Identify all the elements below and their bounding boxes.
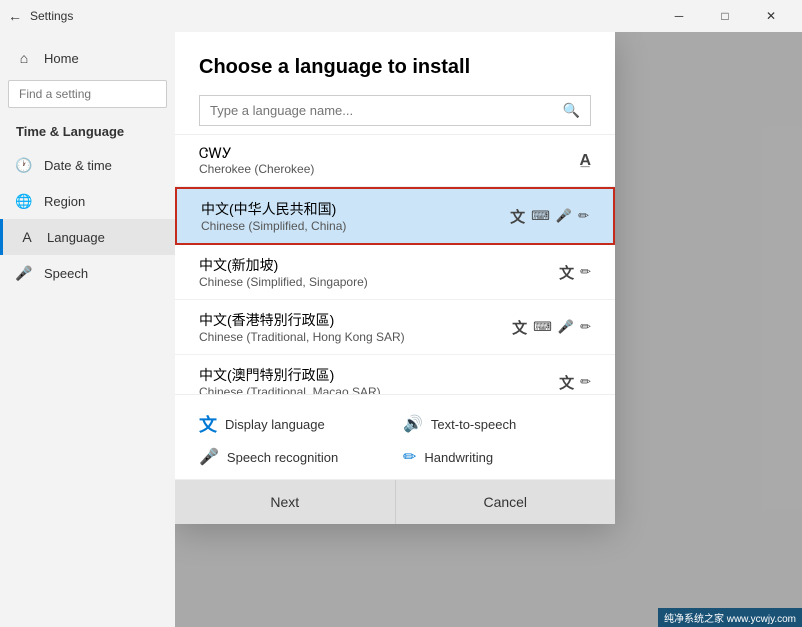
home-icon: ⌂ <box>16 50 32 66</box>
features-section: 文 Display language 🔊 Text-to-speech 🎤 Sp… <box>175 394 615 479</box>
mic-icon-zh-hk: 🎤 <box>558 319 574 335</box>
app-body: ⌂ Home Time & Language 🕐 Date & time 🌐 R… <box>0 32 802 627</box>
lang-name-zh-hk: 中文(香港特別行政區) <box>199 310 512 330</box>
sidebar: ⌂ Home Time & Language 🕐 Date & time 🌐 R… <box>0 32 175 627</box>
sidebar-item-region[interactable]: 🌐 Region <box>0 183 175 219</box>
sidebar-item-date-time-label: Date & time <box>44 158 112 173</box>
titlebar-controls: ─ □ ✕ <box>656 0 794 32</box>
feature-speech-recognition: 🎤 Speech recognition <box>199 447 387 467</box>
tts-feature-icon: 🔊 <box>403 414 423 434</box>
sidebar-item-region-label: Region <box>44 194 85 209</box>
lang-name-zh-mo: 中文(澳門特別行政區) <box>199 365 559 385</box>
install-language-dialog: Choose a language to install 🔍 ᏣᎳᎩ Chero… <box>175 32 615 524</box>
lang-item-cwy[interactable]: ᏣᎳᎩ Cherokee (Cherokee) A̲ <box>175 135 615 187</box>
sidebar-item-home[interactable]: ⌂ Home <box>0 40 175 76</box>
cancel-button[interactable]: Cancel <box>395 480 616 524</box>
region-icon: 🌐 <box>16 193 32 209</box>
keyboard-icon-zh-hk: ⌨ <box>533 319 552 335</box>
lang-subname-zh-cn: Chinese (Simplified, China) <box>201 219 510 233</box>
lang-subname-zh-mo: Chinese (Traditional, Macao SAR) <box>199 385 559 394</box>
sidebar-item-language-label: Language <box>47 230 105 245</box>
pen-icon-zh-hk: ✏ <box>580 319 591 335</box>
display-lang-icon-zh-cn: 文 <box>510 206 525 227</box>
speech-recognition-feature-label: Speech recognition <box>227 450 338 465</box>
handwriting-feature-icon: ✏ <box>403 447 416 467</box>
lang-name-zh-sg: 中文(新加坡) <box>199 255 559 275</box>
lang-icons-zh-sg: 文 ✏ <box>559 262 591 283</box>
language-list: ᏣᎳᎩ Cherokee (Cherokee) A̲ 中文(中华人民共和国) C… <box>175 134 615 394</box>
titlebar-title: Settings <box>30 9 73 23</box>
mic-icon-zh-cn: 🎤 <box>556 208 572 224</box>
sidebar-section-time-language: Time & Language <box>0 116 175 147</box>
sidebar-item-date-time[interactable]: 🕐 Date & time <box>0 147 175 183</box>
dialog-buttons: Next Cancel <box>175 479 615 524</box>
titlebar: ← Settings ─ □ ✕ <box>0 0 802 32</box>
sidebar-item-speech-label: Speech <box>44 266 88 281</box>
search-box[interactable]: 🔍 <box>199 95 591 126</box>
lang-icons-zh-mo: 文 ✏ <box>559 372 591 393</box>
display-lang-feature-icon: 文 <box>199 411 217 437</box>
sidebar-item-speech[interactable]: 🎤 Speech <box>0 255 175 291</box>
watermark: 纯净系统之家 www.ycwjy.com <box>658 608 802 627</box>
feature-tts: 🔊 Text-to-speech <box>403 411 591 437</box>
find-setting-container <box>8 80 167 108</box>
lang-item-zh-cn[interactable]: 中文(中华人民共和国) Chinese (Simplified, China) … <box>175 187 615 245</box>
sidebar-item-language[interactable]: A Language <box>0 219 175 255</box>
lang-cap-icon-cwy: A̲ <box>579 152 591 170</box>
lang-icons-cwy: A̲ <box>579 152 591 170</box>
back-arrow-icon[interactable]: ← <box>8 8 22 24</box>
lang-info-zh-cn: 中文(中华人民共和国) Chinese (Simplified, China) <box>201 199 510 233</box>
main-content: Language Windows display language A ⌨ 🎤 … <box>175 32 802 627</box>
find-setting-input[interactable] <box>19 87 156 101</box>
lang-info-zh-hk: 中文(香港特別行政區) Chinese (Traditional, Hong K… <box>199 310 512 344</box>
lang-icons-zh-hk: 文 ⌨ 🎤 ✏ <box>512 317 591 338</box>
feature-display-language: 文 Display language <box>199 411 387 437</box>
lang-name-zh-cn: 中文(中华人民共和国) <box>201 199 510 219</box>
pen-icon-zh-sg: ✏ <box>580 264 591 280</box>
feature-handwriting: ✏ Handwriting <box>403 447 591 467</box>
next-button[interactable]: Next <box>175 480 395 524</box>
lang-item-zh-mo[interactable]: 中文(澳門特別行政區) Chinese (Traditional, Macao … <box>175 355 615 394</box>
display-lang-feature-label: Display language <box>225 417 325 432</box>
pen-icon-zh-mo: ✏ <box>580 374 591 390</box>
titlebar-left: ← Settings <box>8 8 73 24</box>
minimize-button[interactable]: ─ <box>656 0 702 32</box>
keyboard-icon-zh-cn: ⌨ <box>531 208 550 224</box>
lang-icons-zh-cn: 文 ⌨ 🎤 ✏ <box>510 206 589 227</box>
tts-feature-label: Text-to-speech <box>431 417 516 432</box>
handwriting-feature-label: Handwriting <box>424 450 493 465</box>
lang-name-cwy: ᏣᎳᎩ <box>199 145 579 162</box>
lang-subname-zh-sg: Chinese (Simplified, Singapore) <box>199 275 559 289</box>
lang-item-zh-sg[interactable]: 中文(新加坡) Chinese (Simplified, Singapore) … <box>175 245 615 300</box>
lang-subname-zh-hk: Chinese (Traditional, Hong Kong SAR) <box>199 330 512 344</box>
dialog-overlay: Choose a language to install 🔍 ᏣᎳᎩ Chero… <box>175 32 802 627</box>
speech-icon: 🎤 <box>16 265 32 281</box>
search-icon: 🔍 <box>563 102 580 119</box>
maximize-button[interactable]: □ <box>702 0 748 32</box>
display-lang-icon-zh-sg: 文 <box>559 262 574 283</box>
sidebar-item-home-label: Home <box>44 51 79 66</box>
date-time-icon: 🕐 <box>16 157 32 173</box>
lang-subname-cwy: Cherokee (Cherokee) <box>199 162 579 176</box>
lang-info-cwy: ᏣᎳᎩ Cherokee (Cherokee) <box>199 145 579 176</box>
dialog-header: Choose a language to install <box>175 32 615 95</box>
display-lang-icon-zh-mo: 文 <box>559 372 574 393</box>
lang-item-zh-hk[interactable]: 中文(香港特別行政區) Chinese (Traditional, Hong K… <box>175 300 615 355</box>
lang-info-zh-mo: 中文(澳門特別行政區) Chinese (Traditional, Macao … <box>199 365 559 394</box>
language-search-input[interactable] <box>210 103 563 118</box>
watermark-text: 纯净系统之家 www.ycwjy.com <box>664 614 796 625</box>
features-grid: 文 Display language 🔊 Text-to-speech 🎤 Sp… <box>199 411 591 467</box>
display-lang-icon-zh-hk: 文 <box>512 317 527 338</box>
close-button[interactable]: ✕ <box>748 0 794 32</box>
dialog-title: Choose a language to install <box>199 56 591 79</box>
language-icon: A <box>19 229 35 245</box>
speech-recognition-feature-icon: 🎤 <box>199 447 219 467</box>
lang-info-zh-sg: 中文(新加坡) Chinese (Simplified, Singapore) <box>199 255 559 289</box>
pen-icon-zh-cn: ✏ <box>578 208 589 224</box>
